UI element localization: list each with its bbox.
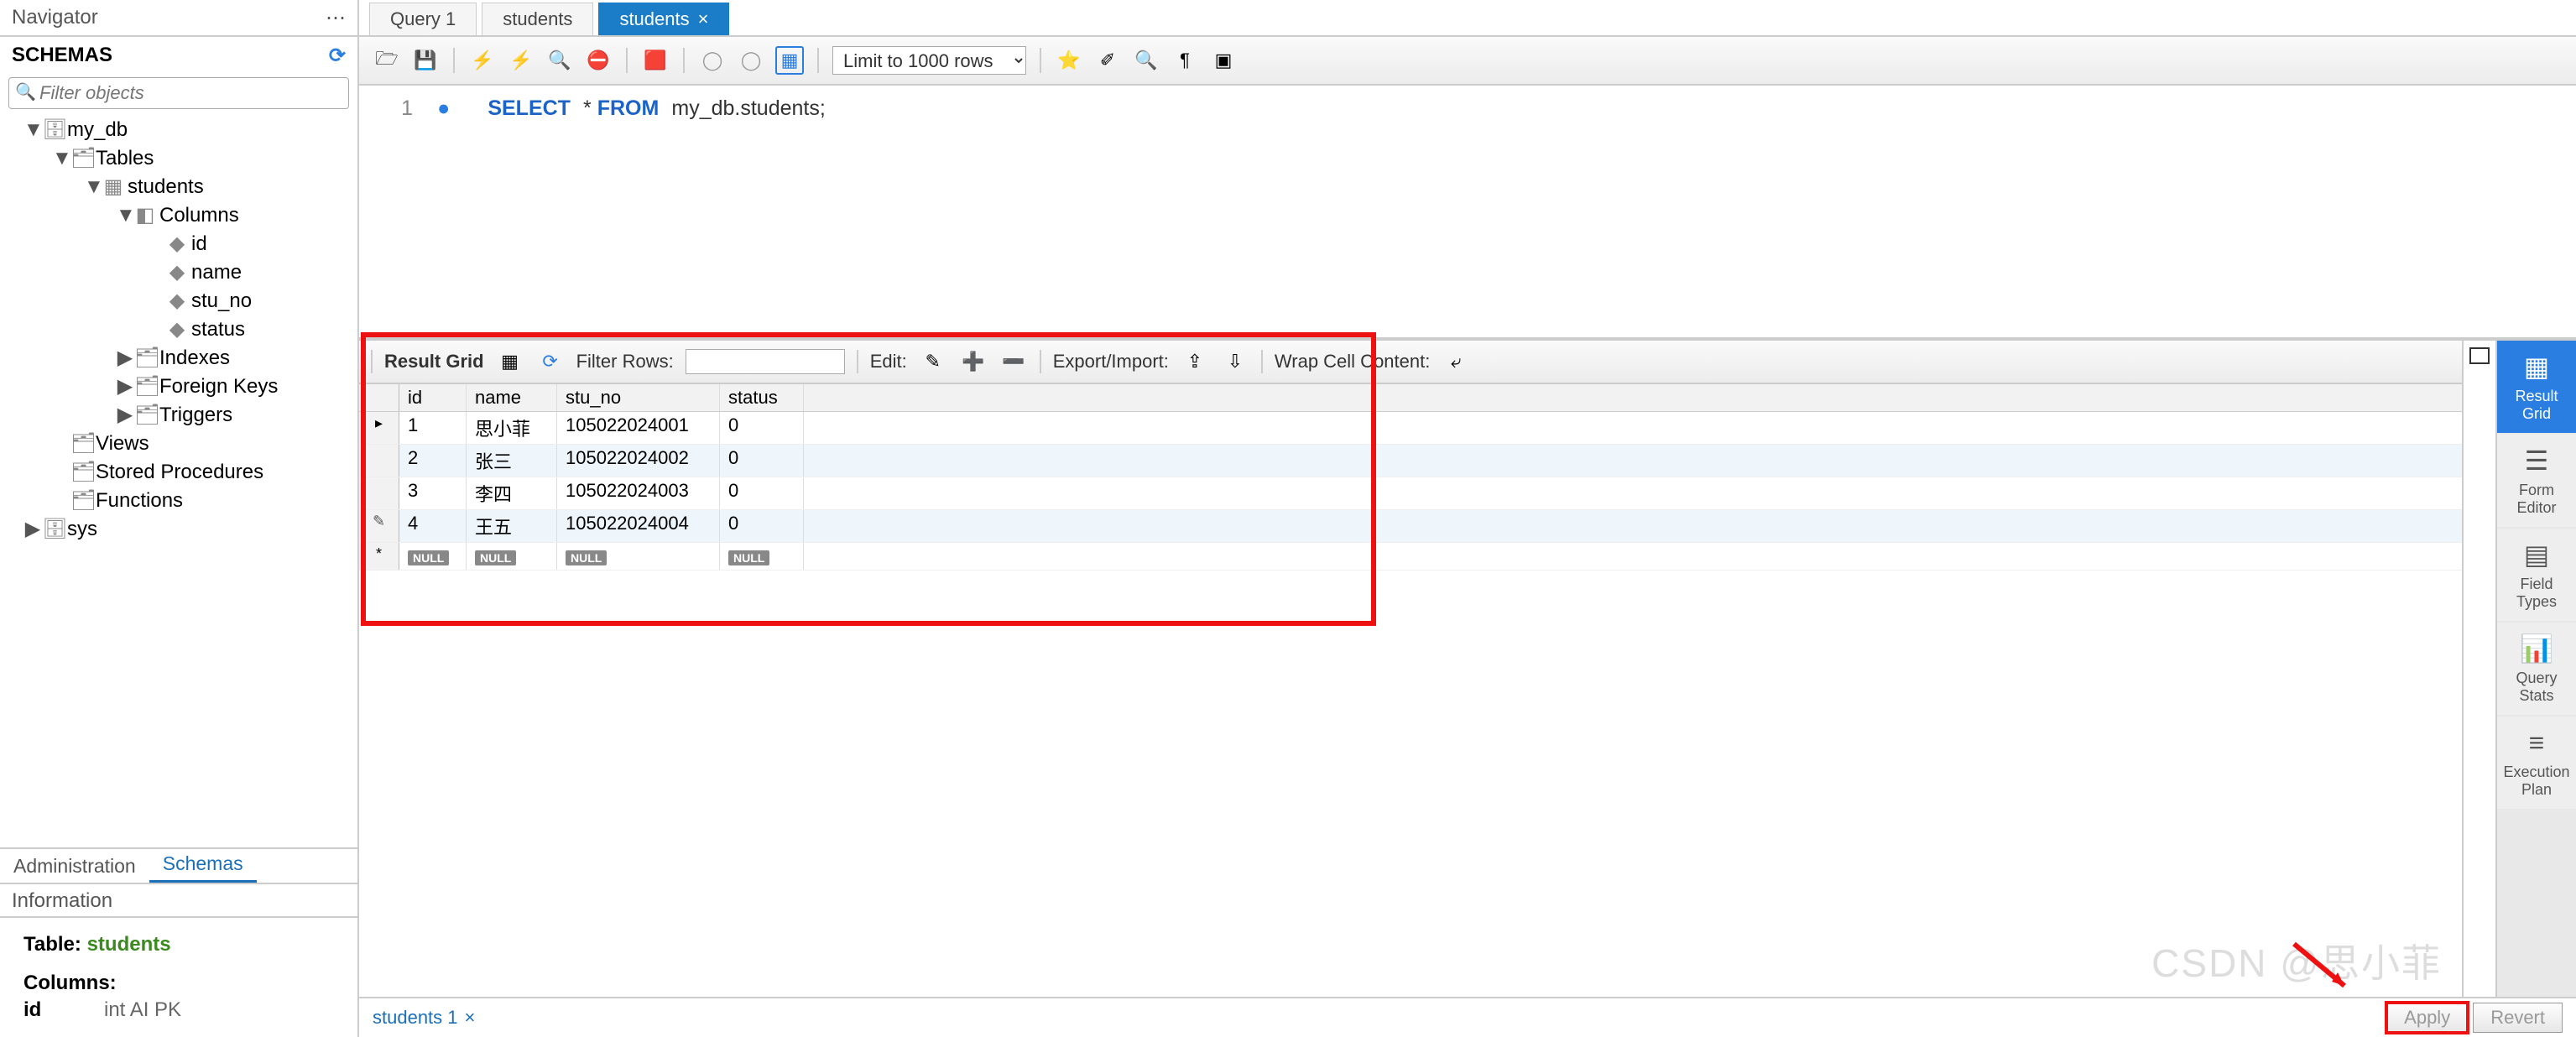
save-icon[interactable]: 💾 [411,46,440,75]
table-row[interactable]: 2 张三 105022024002 0 [359,445,2462,477]
side-tab-query-stats[interactable]: 📊Query Stats [2497,623,2576,715]
tree-sprocs[interactable]: 🗂Stored Procedures [8,458,357,487]
info-col-name: id [23,998,91,1022]
line-number: 1 [379,96,413,121]
tree-funcs[interactable]: 🗂Functions [8,487,357,515]
table-row-editing[interactable]: ✎ 4 王五 105022024004 0 [359,510,2462,543]
side-tab-field-types[interactable]: ▤Field Types [2497,529,2576,621]
revert-button[interactable]: Revert [2473,1003,2563,1033]
refresh-icon[interactable]: ⟳ [536,347,565,376]
refresh-schemas-icon[interactable]: ⟳ [329,44,346,68]
import-icon[interactable]: ⇩ [1221,347,1249,376]
info-col-type: int AI PK [104,998,181,1021]
tree-triggers[interactable]: ▶🗂Triggers [8,401,357,430]
result-footer: students 1 × Apply Revert [359,997,2576,1037]
stop-icon[interactable]: ⛔ [584,46,613,75]
grid-icon[interactable]: ▦ [496,347,524,376]
side-tab-form-editor[interactable]: ☰Form Editor [2497,435,2576,527]
export-label: Export/Import: [1053,351,1169,373]
add-row-icon[interactable]: ➕ [959,347,988,376]
side-tab-result-grid[interactable]: ▦Result Grid [2497,341,2576,433]
table-row[interactable]: ▸ 1 思小菲 105022024001 0 [359,412,2462,445]
tree-columns[interactable]: ▼◧Columns [8,201,357,230]
panel-icon[interactable]: ▣ [1209,46,1238,75]
sql-toolbar: 🗁 💾 ⚡ ⚡ 🔍 ⛔ 🟥 ◯ ◯ ▦ Limit to 1000 rows ⭐… [359,37,2576,86]
file-tabs: Query 1 students students× [359,0,2576,37]
schema-tree: ▼🗄my_db ▼🗂Tables ▼▦students ▼◧Columns ◆i… [0,112,357,847]
col-header-stuno[interactable]: stu_no [557,384,720,411]
tree-table-students[interactable]: ▼▦students [8,173,357,201]
limit-rows-select[interactable]: Limit to 1000 rows [832,46,1026,75]
sql-keyword: FROM [597,96,660,120]
close-icon[interactable]: × [698,8,709,29]
tree-db[interactable]: ▼🗄my_db [8,116,357,144]
tree-col-stuno[interactable]: ◆stu_no [8,287,357,315]
tree-views[interactable]: 🗂Views [8,430,357,458]
tree-fks[interactable]: ▶🗂Foreign Keys [8,373,357,401]
filter-rows-input[interactable] [686,349,845,374]
toggle-icon[interactable]: ▦ [775,46,804,75]
result-grid[interactable]: id name stu_no status ▸ 1 思小菲 1050220240… [359,384,2462,571]
edit-label: Edit: [870,351,907,373]
info-columns-label: Columns: [23,972,334,995]
tree-sys[interactable]: ▶🗄sys [8,515,357,544]
schemas-label: SCHEMAS [12,44,112,67]
wrap-icon[interactable]: ⤶ [1442,347,1470,376]
side-tab-execution-plan[interactable]: ≡Execution Plan [2497,717,2576,809]
execute-step-icon[interactable]: ⚡ [507,46,535,75]
snippet-icon[interactable]: ¶ [1171,46,1199,75]
search-icon[interactable]: 🔍 [1132,46,1160,75]
tree-indexes[interactable]: ▶🗂Indexes [8,344,357,373]
tab-schemas[interactable]: Schemas [149,847,257,883]
tree-col-id[interactable]: ◆id [8,230,357,258]
schemas-header: SCHEMAS ⟳ [0,37,357,74]
sql-editor[interactable]: 1 ● SELECT * FROM my_db.students; [359,86,2576,337]
explain-icon[interactable]: 🔍 [545,46,574,75]
tab-students-1[interactable]: students [482,3,593,35]
result-side-tabs: ▦Result Grid ☰Form Editor ▤Field Types 📊… [2495,341,2576,997]
open-file-icon[interactable]: 🗁 [373,46,401,75]
result-tab-students[interactable]: students 1 × [373,1007,475,1029]
info-table-label: Table: [23,933,81,956]
close-icon[interactable]: × [465,1007,476,1029]
delete-row-icon[interactable]: ➖ [999,347,1028,376]
filter-objects-input[interactable] [8,77,349,109]
col-header-status[interactable]: status [720,384,804,411]
information-header: Information [0,884,357,918]
undo-icon[interactable]: ◯ [698,46,727,75]
nav-menu-icon[interactable]: ⋯ [326,6,346,30]
commit-icon[interactable]: 🟥 [641,46,670,75]
apply-button[interactable]: Apply [2386,1003,2468,1033]
favorite-icon[interactable]: ⭐ [1055,46,1083,75]
filter-rows-label: Filter Rows: [576,351,674,373]
information-panel: Table: students Columns: id int AI PK [0,918,357,1037]
breakpoint-icon[interactable]: ● [437,96,450,120]
toggle-side-icon[interactable] [2469,347,2490,364]
navigator-label: Navigator [12,6,98,29]
sql-keyword: SELECT [488,96,571,120]
tree-tables[interactable]: ▼🗂Tables [8,144,357,173]
execute-icon[interactable]: ⚡ [468,46,497,75]
info-table-name: students [87,933,171,956]
redo-icon[interactable]: ◯ [737,46,765,75]
table-row[interactable]: 3 李四 105022024003 0 [359,477,2462,510]
beautify-icon[interactable]: ✐ [1093,46,1122,75]
tree-col-name[interactable]: ◆name [8,258,357,287]
tab-administration[interactable]: Administration [0,850,149,883]
tab-query1[interactable]: Query 1 [369,3,477,35]
tree-col-status[interactable]: ◆status [8,315,357,344]
col-header-name[interactable]: name [467,384,557,411]
nav-bottom-tabs: Administration Schemas [0,847,357,884]
col-header-id[interactable]: id [399,384,467,411]
result-toolbar: Result Grid ▦ ⟳ Filter Rows: Edit: ✎ ➕ ➖… [359,341,2462,384]
wrap-label: Wrap Cell Content: [1275,351,1430,373]
table-row-new[interactable]: * NULL NULL NULL NULL [359,543,2462,571]
tab-students-2[interactable]: students× [598,3,729,35]
export-icon[interactable]: ⇪ [1181,347,1209,376]
result-grid-label: Result Grid [384,351,484,373]
navigator-header: Navigator ⋯ [0,0,357,37]
edit-row-icon[interactable]: ✎ [919,347,947,376]
